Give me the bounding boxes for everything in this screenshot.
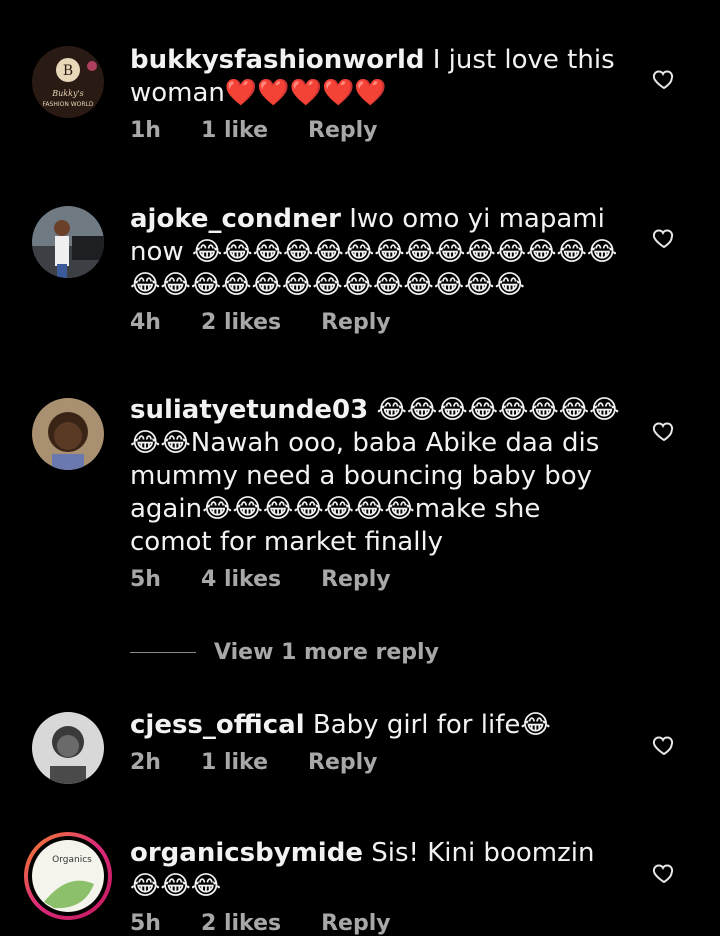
timestamp: 1h [130,118,161,143]
comment-text: bukkysfashionworld I just love this woma… [130,45,615,108]
likes-count[interactable]: 2 likes [201,911,281,936]
reply-button[interactable]: Reply [321,911,391,936]
comment-meta: 4h 2 likes Reply [130,310,630,335]
heart-icon[interactable] [652,861,676,885]
comment-text: organicsbymide Sis! Kini boomzin 😂😂😂 [130,838,595,901]
reply-button[interactable]: Reply [321,310,391,335]
comment-text: suliatyetunde03 😂😂😂😂😂😂😂😂😂😂Nawah ooo, bab… [130,395,620,557]
username[interactable]: cjess_offical [130,710,305,740]
heart-icon[interactable] [652,733,676,757]
heart-icon[interactable] [652,419,676,443]
comment-text: ajoke_condner Iwo omo yi mapami now 😂😂😂😂… [130,204,618,300]
organics-logo-text: Organics [52,855,92,865]
timestamp: 4h [130,310,161,335]
avatar[interactable] [32,712,104,784]
avatar-story-ring[interactable]: Organics [24,832,112,920]
comment-meta: 5h 4 likes Reply [130,567,630,592]
username[interactable]: ajoke_condner [130,204,341,234]
username[interactable]: suliatyetunde03 [130,395,368,425]
avatar[interactable] [32,206,104,278]
avatar[interactable] [32,398,104,470]
reply-button[interactable]: Reply [321,567,391,592]
view-more-label: View 1 more reply [214,640,439,665]
reply-button[interactable]: Reply [308,118,378,143]
comment-meta: 1h 1 like Reply [130,118,630,143]
likes-count[interactable]: 1 like [201,118,268,143]
comment-meta: 5h 2 likes Reply [130,911,630,936]
view-more-replies-button[interactable]: View 1 more reply [130,640,439,665]
reply-button[interactable]: Reply [308,750,378,775]
avatar[interactable]: B Bukky's FASHION WORLD [32,46,104,118]
likes-count[interactable]: 4 likes [201,567,281,592]
heart-icon[interactable] [652,67,676,91]
likes-count[interactable]: 1 like [201,750,268,775]
divider-line [130,652,196,653]
svg-text:FASHION WORLD: FASHION WORLD [43,101,94,108]
username[interactable]: bukkysfashionworld [130,45,424,75]
comment-text: cjess_offical Baby girl for life😂 [130,710,551,740]
timestamp: 2h [130,750,161,775]
svg-text:B: B [63,63,73,79]
timestamp: 5h [130,567,161,592]
likes-count[interactable]: 2 likes [201,310,281,335]
username[interactable]: organicsbymide [130,838,363,868]
svg-text:Bukky's: Bukky's [51,89,84,98]
timestamp: 5h [130,911,161,936]
comment-meta: 2h 1 like Reply [130,750,630,775]
heart-icon[interactable] [652,226,676,250]
